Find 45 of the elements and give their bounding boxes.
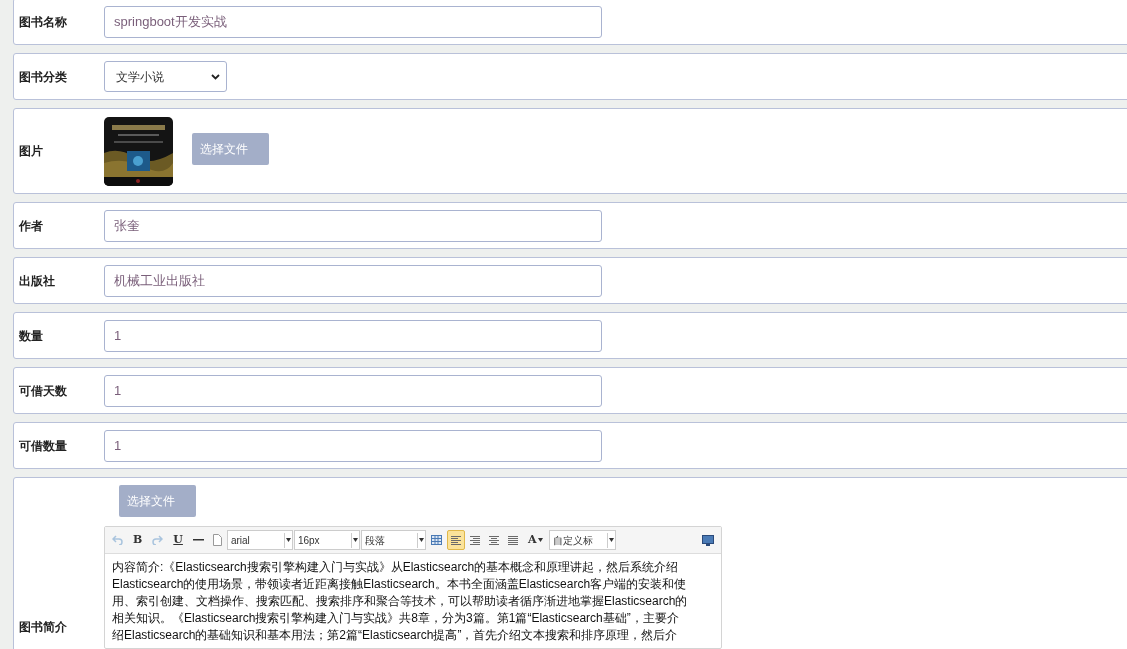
field-label: 图书分类	[19, 68, 68, 86]
description-text-line: Elasticsearch的使用场景，带领读者近距离接触Elasticsearch。本书全面涵盖Elasticsearch客户端的安装和使	[112, 576, 688, 593]
field-label: 数量	[19, 327, 44, 345]
rich-text-editor[interactable]	[104, 526, 722, 649]
monitor-icon	[702, 534, 714, 546]
text-field[interactable]: 1	[104, 429, 602, 462]
chevron-down-icon	[211, 73, 220, 80]
undo-icon	[112, 535, 123, 545]
field-label: 作者	[19, 217, 44, 235]
description-text-line: 内容简介:《Elasticsearch搜索引擎构建入门与实战》从Elasticsearch的基本概念和原理讲起，然后系统介绍	[112, 559, 680, 576]
caret-icon	[418, 538, 424, 542]
horizontal-rule-icon	[192, 539, 204, 541]
table-icon	[430, 535, 442, 545]
field-label: 出版社	[19, 272, 56, 290]
text-field[interactable]: 1	[104, 319, 602, 352]
text-field[interactable]: springboot开发实战	[104, 5, 602, 38]
caret-icon	[352, 538, 358, 542]
description-text-line: 相关知识。《Elasticsearch搜索引擎构建入门与实战》共8章，分为3篇。第1篇“Elasticsearch基础”，主要介	[112, 610, 680, 627]
caret-icon	[609, 538, 615, 542]
justify-icon	[507, 535, 518, 545]
field-label: 图书名称	[19, 13, 68, 31]
font-color-button[interactable]: A	[522, 530, 549, 550]
text-field[interactable]: 1	[104, 374, 602, 407]
caret-icon	[538, 538, 544, 542]
field-label: 图书简介	[19, 619, 68, 636]
field-label: 图片	[19, 143, 44, 160]
text-field[interactable]: 张奎	[104, 209, 602, 242]
field-label: 可借天数	[19, 382, 68, 400]
text-field[interactable]: 机械工业出版社	[104, 264, 602, 297]
description-text-line: 用、索引创建、文档操作、搜索匹配、搜索排序和聚合等技术，可以帮助读者循序渐进地掌握Elasticsearch的	[112, 593, 689, 610]
category-select[interactable]: 文学小说	[104, 61, 227, 92]
toolbar-dropdown[interactable]: 段落	[360, 530, 426, 550]
format-button[interactable]: U	[168, 530, 188, 550]
align-center-icon	[488, 535, 499, 545]
format-button[interactable]: B	[128, 530, 148, 550]
toolbar-dropdown[interactable]: arial	[226, 530, 293, 550]
description-text-line: 绍Elasticsearch的基础知识和基本用法；第2篇“Elasticsearch提高”，首先介绍文本搜索和排序原理，然后介	[112, 627, 679, 644]
toolbar-dropdown[interactable]: 自定义标	[549, 530, 617, 550]
toolbar-dropdown[interactable]: 16px	[293, 530, 360, 550]
caret-icon	[285, 538, 291, 542]
align-right-icon	[469, 535, 480, 545]
redo-icon	[152, 535, 164, 545]
align-left-icon	[450, 535, 461, 545]
page-icon	[212, 534, 222, 546]
field-label: 可借数量	[19, 437, 68, 455]
